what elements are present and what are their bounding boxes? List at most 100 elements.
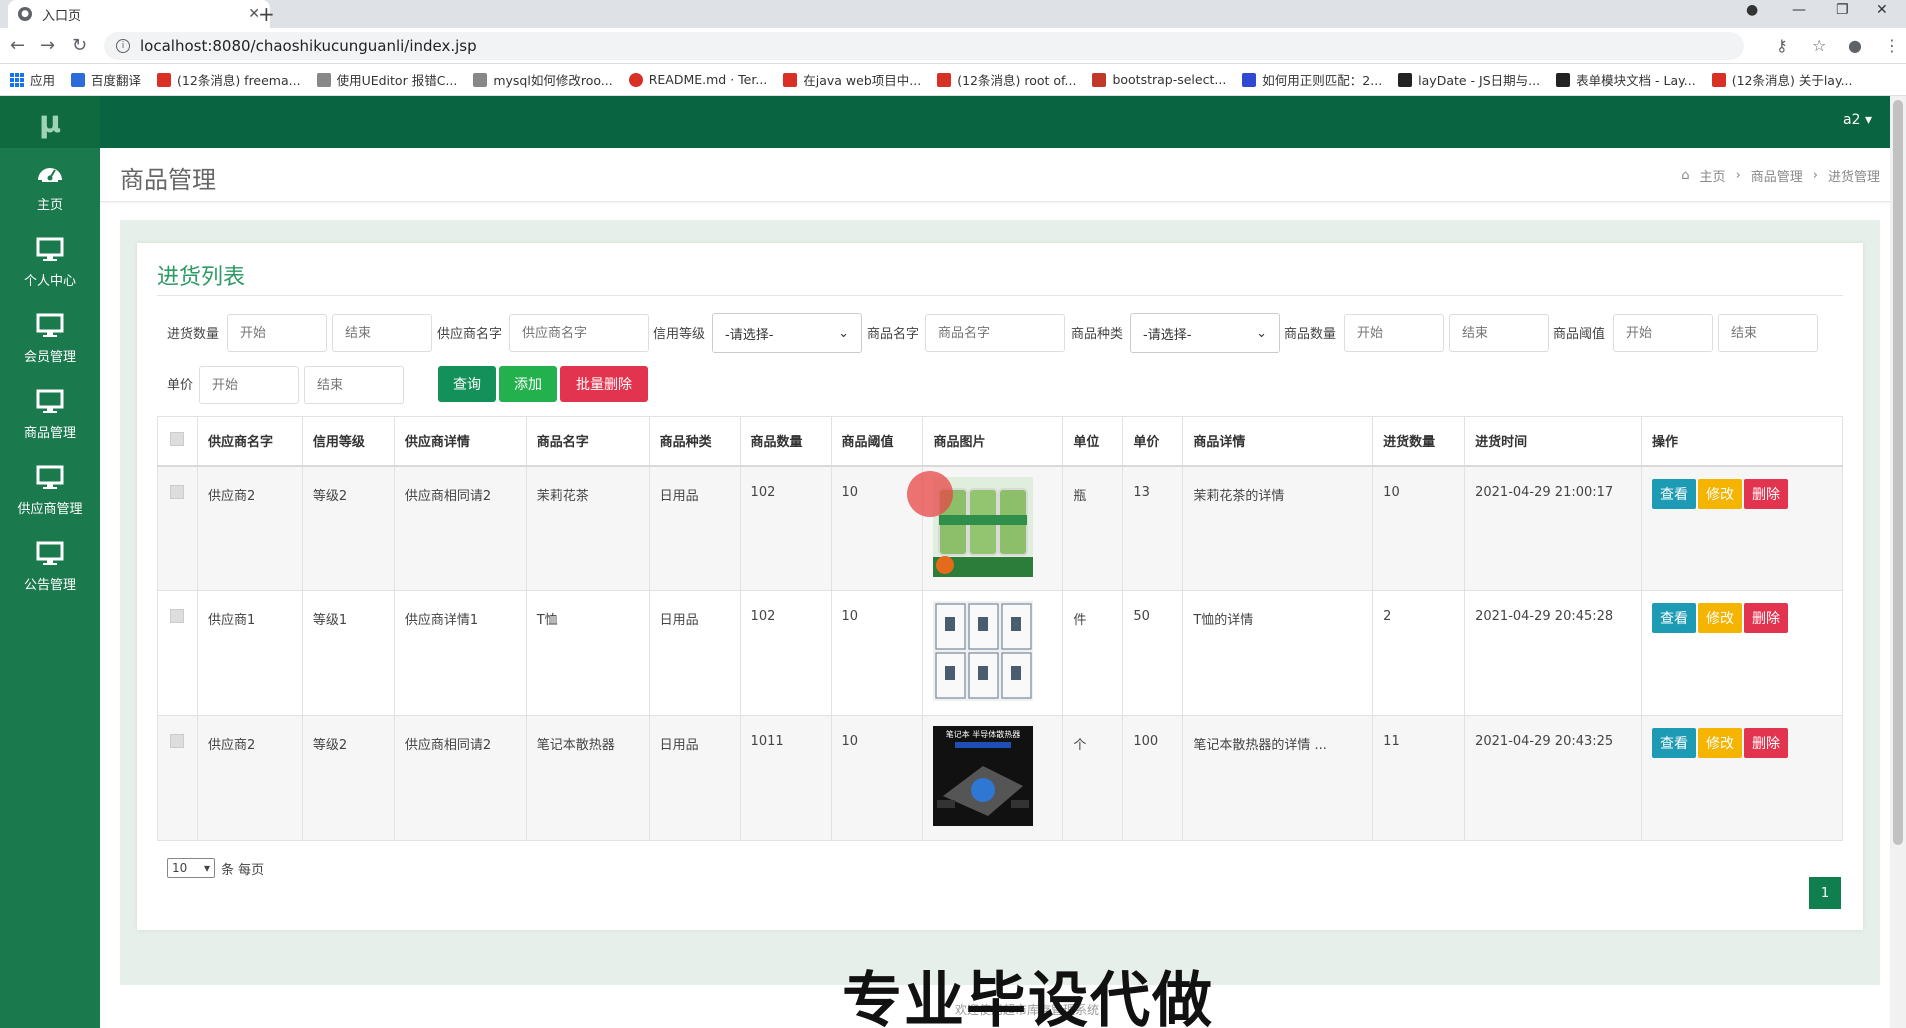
bookmark-item[interactable]: 如何用正则匹配：2... xyxy=(1242,70,1382,89)
delete-button[interactable]: 删除 xyxy=(1744,603,1788,633)
delete-button[interactable]: 删除 xyxy=(1744,478,1788,509)
table-header-row: 供应商名字 信用等级 供应商详情 商品名字 商品种类 商品数量 商品阈值 商品图… xyxy=(157,416,1843,467)
threshold-label: 商品阈值 xyxy=(1553,327,1606,342)
monitor-icon xyxy=(36,389,64,413)
apps-grid-icon xyxy=(10,72,24,87)
amount-cell: 1011 xyxy=(740,715,832,841)
user-menu[interactable]: a2 ▾ xyxy=(1843,112,1872,128)
image-caption: 笔记本 半导体散热器 xyxy=(946,729,1021,739)
qty-start-input[interactable] xyxy=(227,314,327,352)
amount-start-input[interactable] xyxy=(1344,314,1444,352)
column-header: 单价 xyxy=(1122,416,1184,467)
key-icon[interactable]: ⚷ xyxy=(1776,36,1788,55)
threshold-end-input[interactable] xyxy=(1718,314,1818,352)
url-field[interactable]: i localhost:8080/chaoshikucunguanli/inde… xyxy=(104,32,1744,60)
close-window-icon[interactable]: ✕ xyxy=(1876,2,1888,18)
view-button[interactable]: 查看 xyxy=(1652,728,1696,758)
bookmark-apps[interactable]: 应用 xyxy=(10,70,55,89)
qty-cell: 10 xyxy=(1372,465,1466,591)
bookmark-item[interactable]: 在java web项目中... xyxy=(783,70,921,89)
bookmark-item[interactable]: 表单模块文档 - Lay... xyxy=(1556,70,1696,89)
browser-tab[interactable]: ● 入口页 ✕ xyxy=(8,0,270,28)
select-all-header xyxy=(157,416,198,467)
account-icon[interactable]: ● xyxy=(1848,36,1862,55)
price-end-input[interactable] xyxy=(304,366,404,404)
amount-end-input[interactable] xyxy=(1449,314,1549,352)
sidebar-item-home[interactable]: 主页 xyxy=(0,148,100,224)
supplier-detail-cell: 供应商相同请2 xyxy=(394,465,527,591)
search-button[interactable]: 查询 xyxy=(438,366,496,402)
page-size-select[interactable]: 10 ▾ xyxy=(167,858,215,878)
column-header: 供应商详情 xyxy=(394,416,527,467)
back-icon[interactable]: ← xyxy=(10,35,25,56)
price-start-input[interactable] xyxy=(199,366,299,404)
purchase-list-panel: 进货列表 进货数量 供应商名字 信用等级 -请选择-⌄ 商品名字 商品种类 -请… xyxy=(137,243,1863,930)
row-checkbox[interactable] xyxy=(170,609,184,623)
detail-cell: 茉莉花茶的详情 xyxy=(1182,465,1374,591)
category-cell: 日用品 xyxy=(649,590,741,716)
category-select[interactable]: -请选择- ⌄ xyxy=(1130,313,1280,353)
gitee-icon xyxy=(628,72,643,87)
view-button[interactable]: 查看 xyxy=(1652,478,1696,509)
row-checkbox[interactable] xyxy=(170,734,184,748)
translate-icon xyxy=(71,72,86,87)
bookmark-item[interactable]: bootstrap-select... xyxy=(1092,72,1226,87)
bookmark-item[interactable]: layDate - JS日期与... xyxy=(1398,70,1540,89)
qty-end-input[interactable] xyxy=(332,314,432,352)
watermark: 专业毕设代做 xyxy=(842,966,1214,1028)
page-scrollbar[interactable] xyxy=(1890,96,1906,1028)
price-label: 单价 xyxy=(167,378,194,393)
column-header: 操作 xyxy=(1641,416,1843,467)
profile-menu-icon[interactable]: ● xyxy=(1746,2,1758,18)
view-button[interactable]: 查看 xyxy=(1652,603,1696,633)
restore-icon[interactable]: ❐ xyxy=(1836,2,1849,18)
sidebar-item-products[interactable]: 商品管理 xyxy=(0,376,100,452)
bookmark-item[interactable]: mysql如何修改roo... xyxy=(473,70,613,89)
sidebar-item-members[interactable]: 会员管理 xyxy=(0,300,100,376)
more-icon[interactable]: ⋮ xyxy=(1884,36,1900,55)
threshold-start-input[interactable] xyxy=(1613,314,1713,352)
edit-button[interactable]: 修改 xyxy=(1698,478,1742,509)
row-checkbox[interactable] xyxy=(170,484,184,499)
column-header: 进货数量 xyxy=(1372,416,1466,467)
sidebar-item-notices[interactable]: 公告管理 xyxy=(0,528,100,604)
threshold-cell: 10 xyxy=(831,715,924,841)
sidebar-item-profile[interactable]: 个人中心 xyxy=(0,224,100,300)
pagination-current-page[interactable]: 1 xyxy=(1809,877,1841,909)
table-row: 供应商2 等级2 供应商相同请2 笔记本散热器 日用品 1011 10 笔记本 … xyxy=(157,715,1843,841)
csdn-icon xyxy=(157,72,172,87)
select-all-checkbox[interactable] xyxy=(170,431,184,446)
product-cell: 茉莉花茶 xyxy=(526,465,650,591)
product-input[interactable] xyxy=(925,314,1065,352)
reload-icon[interactable]: ↻ xyxy=(72,35,87,56)
bookmark-item[interactable]: 使用UEditor 报错C... xyxy=(316,70,457,89)
edit-button[interactable]: 修改 xyxy=(1698,603,1742,633)
purchase-table: 供应商名字 信用等级 供应商详情 商品名字 商品种类 商品数量 商品阈值 商品图… xyxy=(157,416,1843,841)
row-select-cell xyxy=(157,715,198,841)
batch-delete-button[interactable]: 批量删除 xyxy=(560,366,648,402)
scrollbar-thumb[interactable] xyxy=(1893,100,1903,845)
sidebar-item-suppliers[interactable]: 供应商管理 xyxy=(0,452,100,528)
csdn-icon xyxy=(783,72,798,87)
column-header: 商品详情 xyxy=(1182,416,1374,467)
credit-select[interactable]: -请选择- ⌄ xyxy=(712,313,862,353)
breadcrumb-home[interactable]: 主页 xyxy=(1700,166,1726,185)
bookmark-item[interactable]: (12条消息) root of... xyxy=(937,70,1076,89)
info-icon[interactable]: i xyxy=(116,39,130,53)
csdn-icon xyxy=(1711,72,1726,87)
add-button[interactable]: 添加 xyxy=(499,366,557,402)
edit-button[interactable]: 修改 xyxy=(1698,728,1742,758)
forward-icon[interactable]: → xyxy=(40,35,55,56)
bookmark-item[interactable]: 百度翻译 xyxy=(71,70,141,89)
page-title: 商品管理 xyxy=(120,166,216,194)
bookmark-item[interactable]: (12条消息) 关于lay... xyxy=(1711,70,1853,89)
star-icon[interactable]: ☆ xyxy=(1812,36,1826,55)
new-tab-icon[interactable]: + xyxy=(258,2,275,26)
bookmark-item[interactable]: (12条消息) freema... xyxy=(157,70,301,89)
minimize-icon[interactable]: — xyxy=(1792,2,1806,18)
supplier-input[interactable] xyxy=(509,314,649,352)
delete-button[interactable]: 删除 xyxy=(1744,728,1788,758)
breadcrumb-products[interactable]: 商品管理 xyxy=(1751,166,1803,185)
bookmark-item[interactable]: README.md · Ter... xyxy=(628,72,767,87)
sidebar-item-label: 商品管理 xyxy=(23,425,76,441)
